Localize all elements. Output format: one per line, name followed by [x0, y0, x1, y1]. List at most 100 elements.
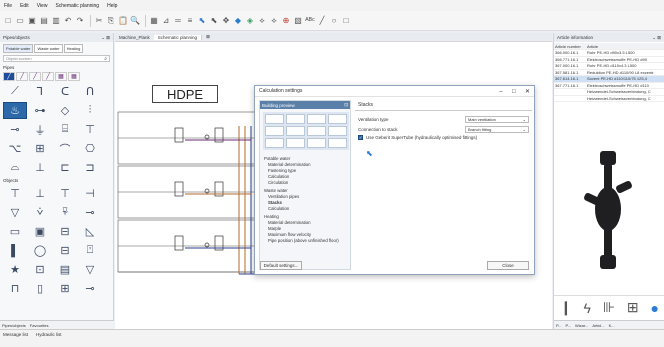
reducer-icon[interactable]: ◇	[53, 102, 77, 119]
menu-file[interactable]: File	[4, 3, 12, 9]
object-icon[interactable]: ⊸	[78, 280, 102, 297]
object-icon[interactable]: ▽	[78, 261, 102, 278]
tab-pipes-objects[interactable]: Pipes/objects	[2, 323, 26, 328]
table-row[interactable]: Heizwendel-Schweissverbindung, C	[554, 95, 664, 102]
dimension-icon[interactable]: ⊿	[161, 16, 171, 26]
object-icon[interactable]: ⍞	[78, 242, 102, 259]
redo-icon[interactable]: ↷	[75, 16, 85, 26]
circle-icon[interactable]: ○	[329, 16, 339, 26]
object-icon[interactable]: ⊸	[78, 204, 102, 221]
object-icon[interactable]: ⊟	[53, 242, 77, 259]
table-row[interactable]: 367.581.16.1 Reduktion PE-HD d110/90 L8 e…	[554, 69, 664, 76]
tee-icon[interactable]: ⊤	[78, 121, 102, 138]
tab-heating[interactable]: Heating	[63, 44, 84, 53]
print-icon[interactable]: ▤	[39, 16, 49, 26]
panel-menu-icon[interactable]: ⌄ ⊠	[652, 35, 661, 41]
open-file-icon[interactable]: ▭	[15, 16, 25, 26]
pipe-type-icon[interactable]: ╱	[42, 72, 54, 81]
line-tool-icon[interactable]: ═	[173, 16, 183, 26]
close-icon[interactable]: ✕	[525, 89, 530, 95]
connection-select[interactable]: Branch fitting ⌄	[465, 125, 529, 133]
menu-help[interactable]: Help	[107, 3, 117, 9]
tab-hydraulic-list[interactable]: Hydraulic list	[36, 332, 62, 337]
pipe-type-icon[interactable]: ╱	[16, 72, 28, 81]
tab-waste-water[interactable]: Waste water	[34, 44, 63, 53]
pump-icon[interactable]: ⏚	[28, 121, 52, 138]
tab-p2[interactable]: P...	[566, 323, 572, 328]
object-icon[interactable]: ▭	[3, 223, 27, 240]
object-icon[interactable]: ⊓	[3, 280, 27, 297]
close-tab-icon[interactable]: ⊠	[202, 34, 214, 40]
save-icon[interactable]: ▣	[27, 16, 37, 26]
object-icon[interactable]: ◯	[28, 242, 52, 259]
tab-favourites[interactable]: Favourites	[30, 323, 49, 328]
checkbox-checked-icon[interactable]: ✓	[358, 135, 363, 140]
object-icon[interactable]: ⍫	[53, 204, 77, 221]
merge-icon[interactable]: ⟡	[269, 16, 279, 26]
tap-icon[interactable]: ⌥	[3, 140, 27, 157]
settings-tree-item[interactable]: Circulation	[264, 180, 346, 186]
object-icon[interactable]: ⊣	[78, 185, 102, 202]
object-icon[interactable]: ⊡	[28, 261, 52, 278]
close-button[interactable]: Close	[487, 261, 529, 270]
object-icon[interactable]: ◺	[78, 223, 102, 240]
tab-k[interactable]: K...	[609, 323, 615, 328]
panel-menu-icon[interactable]: ⌄ ⊠	[101, 35, 110, 41]
tab-articles[interactable]: Articl...	[592, 323, 604, 328]
valve-icon[interactable]: ⊶	[28, 102, 52, 119]
object-icon[interactable]: ⩒	[28, 204, 52, 221]
cut-icon[interactable]: ✂	[94, 16, 104, 26]
preview-toggle-icon[interactable]: ⊡	[344, 102, 348, 108]
grid-icon[interactable]: ▦	[149, 16, 159, 26]
connect-icon[interactable]: ◈	[245, 16, 255, 26]
tab-schematic-planning[interactable]: Schematic planning	[153, 34, 203, 40]
pipe-type-icon[interactable]: ╱	[3, 72, 15, 81]
zoom-icon[interactable]: 🔍	[130, 16, 140, 26]
pipe-tool-icon[interactable]: ◆	[233, 16, 243, 26]
object-icon[interactable]: ▌	[3, 242, 27, 259]
object-icon[interactable]: ⊞	[53, 280, 77, 297]
heater-icon[interactable]: ♨	[3, 102, 27, 119]
minimize-icon[interactable]: –	[499, 89, 502, 95]
layer-icon[interactable]: ≡	[185, 16, 195, 26]
thumbnail-bulb-icon[interactable]: ●	[651, 300, 659, 316]
thumbnail-stack-icon[interactable]: ⊞	[627, 299, 639, 316]
search-icon[interactable]: ⌕	[104, 56, 107, 62]
move-icon[interactable]: ✥	[221, 16, 231, 26]
shower-icon[interactable]: ⊥	[28, 159, 52, 176]
valve-body-icon[interactable]: ⎔	[78, 140, 102, 157]
line-icon[interactable]: ╱	[317, 16, 327, 26]
menu-edit[interactable]: Edit	[20, 3, 29, 9]
settings-tree-item[interactable]: Calculation	[264, 206, 346, 212]
tab-message-list[interactable]: Message list	[3, 332, 28, 337]
thumbnail-ventilation-icon[interactable]: ⊪	[603, 299, 615, 316]
object-icon[interactable]: ⊤	[3, 185, 27, 202]
object-icon[interactable]: ▣	[28, 223, 52, 240]
supertube-option[interactable]: ✓ Use Geberit SuperTube (hydraulically o…	[355, 134, 532, 141]
tab-wizard[interactable]: Wizar...	[575, 323, 588, 328]
object-search-input[interactable]: Objekt suchen ⌕	[3, 55, 110, 62]
curve-icon[interactable]: ᑕ	[53, 83, 77, 100]
settings-tree-item[interactable]: Pipe position (above unfinished floor)	[264, 238, 346, 244]
socket-icon[interactable]: ᑎ	[78, 83, 102, 100]
elbow-icon[interactable]: ⌒	[53, 140, 77, 157]
tab-p1[interactable]: P...	[556, 323, 562, 328]
branch-icon[interactable]: ⟡	[257, 16, 267, 26]
menu-view[interactable]: View	[37, 3, 48, 9]
bend-icon[interactable]: ⅂	[28, 83, 52, 100]
rectangle-icon[interactable]: □	[341, 16, 351, 26]
object-icon[interactable]: ▯	[28, 280, 52, 297]
object-icon[interactable]: ⊤	[53, 185, 77, 202]
pointer-icon[interactable]: ⬉	[209, 16, 219, 26]
object-icon[interactable]: ★	[3, 261, 27, 278]
default-settings-button[interactable]: Default settings...	[260, 261, 302, 270]
basin-icon[interactable]: ⌓	[3, 159, 27, 176]
print-preview-icon[interactable]: ▥	[51, 16, 61, 26]
object-icon[interactable]: ⊟	[53, 223, 77, 240]
straight-pipe-icon[interactable]: ⟋	[3, 83, 27, 100]
tab-machine-plank[interactable]: Machine_Plank	[115, 35, 154, 40]
text-tool-icon[interactable]: ᴬᴮᶜ	[305, 16, 315, 26]
pipe-type-icon[interactable]: ╱	[29, 72, 41, 81]
object-icon[interactable]: ⊥	[28, 185, 52, 202]
junction-icon[interactable]: ⊞	[28, 140, 52, 157]
